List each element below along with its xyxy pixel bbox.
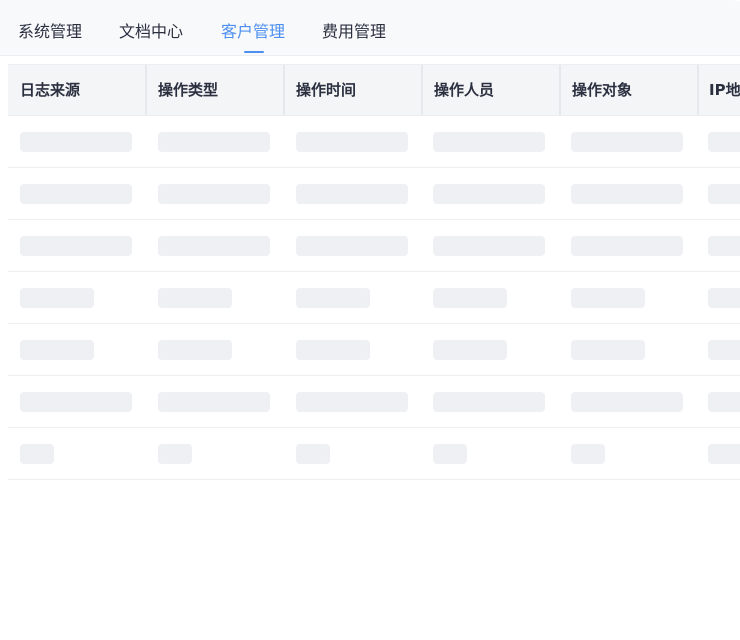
skeleton-cell [296,132,408,152]
skeleton-cell [158,340,232,360]
skeleton-cell [571,288,645,308]
skeleton-cell [158,132,270,152]
tab-customer-management[interactable]: 客户管理 [221,20,285,44]
tab-document-center[interactable]: 文档中心 [119,20,183,44]
skeleton-cell [708,184,740,204]
skeleton-cell [708,132,740,152]
active-tab-indicator [244,51,264,53]
skeleton-cell [433,236,545,256]
operation-log-table: 日志来源 操作类型 操作时间 操作人员 操作对象 IP地址 [8,64,740,480]
skeleton-cell [296,340,370,360]
skeleton-row [8,168,740,220]
skeleton-row [8,324,740,376]
column-header-operation-target[interactable]: 操作对象 [560,65,697,115]
skeleton-cell [571,340,645,360]
skeleton-cell [433,392,545,412]
skeleton-cell [433,184,545,204]
skeleton-cell [158,288,232,308]
table-body [8,116,740,480]
table-header: 日志来源 操作类型 操作时间 操作人员 操作对象 IP地址 [8,64,740,116]
skeleton-cell [571,236,683,256]
skeleton-cell [20,444,54,464]
skeleton-cell [20,288,94,308]
column-header-ip-address[interactable]: IP地址 [697,65,740,115]
skeleton-cell [571,132,683,152]
skeleton-cell [296,288,370,308]
skeleton-cell [20,392,132,412]
skeleton-cell [708,288,740,308]
skeleton-cell [296,392,408,412]
skeleton-cell [158,236,270,256]
skeleton-cell [708,392,740,412]
skeleton-cell [20,236,132,256]
column-header-log-source[interactable]: 日志来源 [8,65,145,115]
skeleton-cell [158,444,192,464]
skeleton-cell [433,444,467,464]
column-header-operation-time[interactable]: 操作时间 [284,65,421,115]
tab-expense-management[interactable]: 费用管理 [322,20,386,44]
skeleton-cell [433,340,507,360]
skeleton-cell [708,340,740,360]
skeleton-cell [158,392,270,412]
skeleton-cell [708,236,740,256]
skeleton-cell [571,184,683,204]
skeleton-cell [296,236,408,256]
skeleton-row [8,220,740,272]
skeleton-cell [20,184,132,204]
skeleton-cell [20,340,94,360]
skeleton-cell [296,184,408,204]
skeleton-row [8,428,740,480]
column-header-operator[interactable]: 操作人员 [422,65,559,115]
tab-system-management[interactable]: 系统管理 [18,20,82,44]
skeleton-cell [296,444,330,464]
skeleton-cell [433,288,507,308]
log-panel: 系统管理 文档中心 客户管理 费用管理 日志来源 操作类型 操作时间 操作人员 … [0,0,740,640]
skeleton-cell [571,392,683,412]
skeleton-cell [158,184,270,204]
skeleton-row [8,272,740,324]
skeleton-cell [433,132,545,152]
tab-bar: 系统管理 文档中心 客户管理 费用管理 [0,0,740,56]
column-header-operation-type[interactable]: 操作类型 [146,65,283,115]
skeleton-cell [708,444,740,464]
skeleton-row [8,116,740,168]
skeleton-cell [571,444,605,464]
skeleton-cell [20,132,132,152]
skeleton-row [8,376,740,428]
